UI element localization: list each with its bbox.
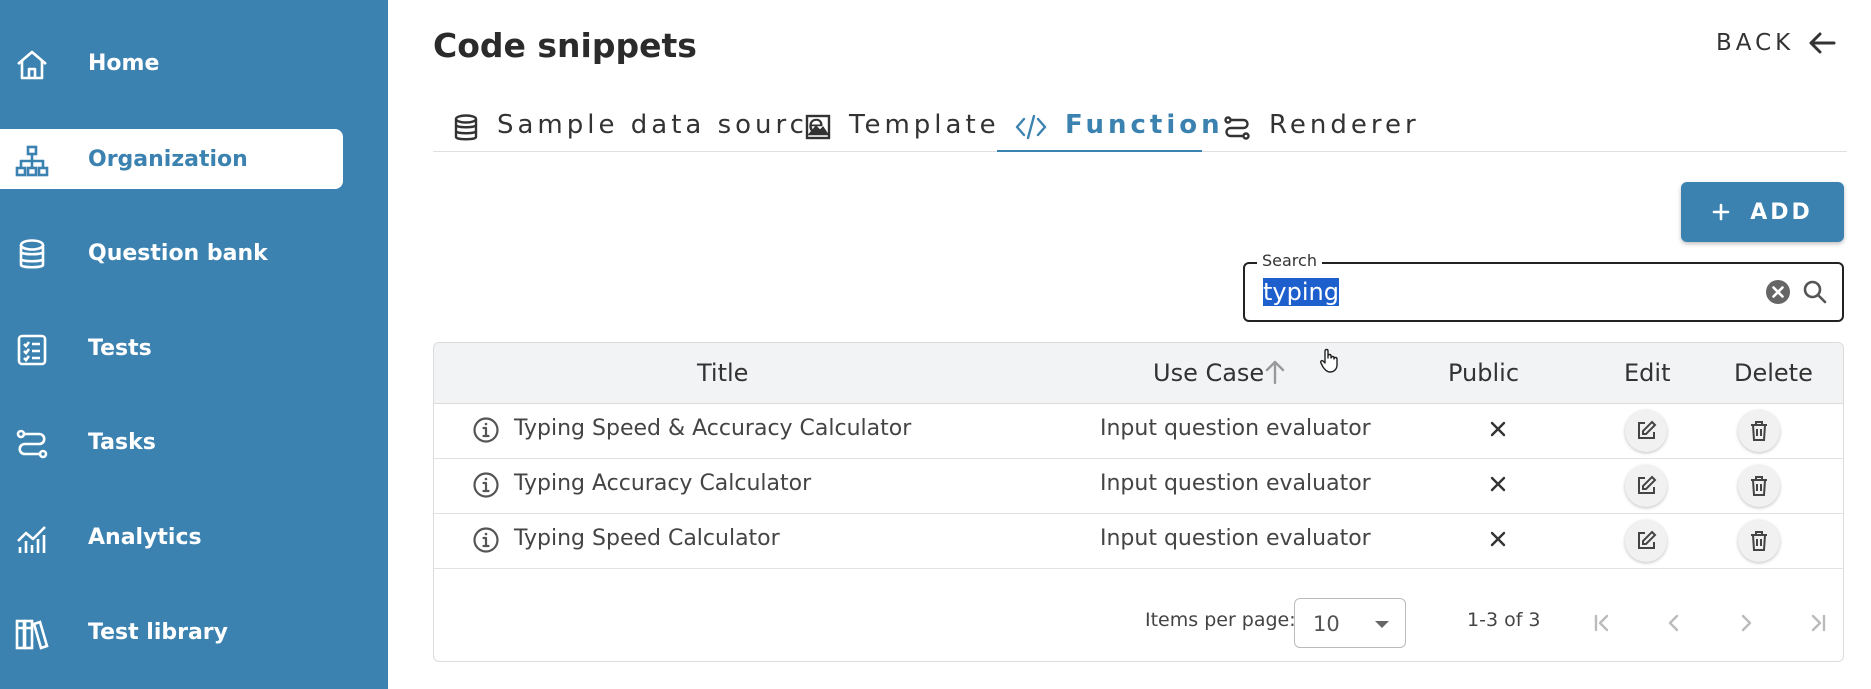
first-page-button[interactable] (1584, 605, 1620, 641)
home-icon (17, 50, 47, 80)
snippet-tabs: Sample data source Template Function Ren… (433, 110, 1847, 152)
row-title: Typing Speed Calculator (514, 526, 780, 551)
edit-button[interactable] (1625, 465, 1667, 507)
close-icon (1490, 531, 1506, 547)
delete-button[interactable] (1738, 465, 1780, 507)
sidebar-item-test-library[interactable]: Test library (0, 602, 343, 662)
plus-icon (1712, 203, 1730, 221)
sort-ascending-icon[interactable] (1264, 359, 1286, 385)
sidebar-item-label: Organization (88, 146, 248, 172)
chart-icon (17, 526, 46, 553)
row-title: Typing Accuracy Calculator (514, 471, 812, 496)
row-use-case: Input question evaluator (1100, 416, 1371, 441)
previous-page-button[interactable] (1656, 605, 1692, 641)
edit-icon (1638, 420, 1657, 439)
sidebar-item-label: Tasks (88, 429, 156, 455)
database-icon (454, 114, 478, 141)
tab-renderer[interactable]: Renderer (1223, 110, 1420, 152)
column-header-public: Public (1448, 359, 1520, 387)
chevron-right-icon (1741, 614, 1752, 632)
checklist-icon (17, 334, 47, 366)
sidebar-item-tasks[interactable]: Tasks (0, 412, 343, 472)
close-icon (1490, 476, 1506, 492)
sidebar-item-tests[interactable]: Tests (0, 318, 343, 378)
snippets-table: Title Use Case Public Edit Delete Typing… (433, 342, 1844, 662)
page-range: 1-3 of 3 (1467, 609, 1541, 631)
active-tab-indicator (997, 150, 1202, 152)
page-title: Code snippets (433, 26, 697, 65)
info-icon[interactable] (472, 471, 500, 499)
column-header-edit: Edit (1624, 359, 1671, 387)
sidebar-item-label: Test library (88, 619, 228, 645)
route-icon (1224, 116, 1250, 140)
back-label: BACK (1716, 30, 1795, 56)
first-page-icon (1594, 614, 1609, 632)
row-use-case: Input question evaluator (1100, 526, 1371, 551)
edit-button[interactable] (1625, 410, 1667, 452)
row-use-case: Input question evaluator (1100, 471, 1371, 496)
sidebar-item-analytics[interactable]: Analytics (0, 507, 343, 567)
table-row[interactable]: Typing Accuracy Calculator Input questio… (434, 459, 1843, 514)
books-icon (15, 619, 49, 650)
image-icon (805, 114, 831, 140)
close-icon (1490, 421, 1506, 437)
caret-down-icon (1375, 621, 1389, 628)
search-label: Search (1257, 251, 1322, 270)
hand-cursor-icon (1320, 348, 1338, 373)
next-page-button[interactable] (1728, 605, 1764, 641)
tab-label: Template (849, 110, 1000, 140)
arrow-left-icon (1809, 32, 1836, 54)
add-label: ADD (1750, 199, 1813, 225)
delete-button[interactable] (1738, 520, 1780, 562)
back-button[interactable]: BACK (1716, 30, 1836, 56)
table-header: Title Use Case Public Edit Delete (434, 343, 1843, 404)
search-input[interactable]: typing (1263, 278, 1743, 306)
info-icon[interactable] (472, 416, 500, 444)
column-header-delete: Delete (1734, 359, 1813, 387)
sidebar-item-label: Analytics (88, 524, 202, 550)
edit-icon (1638, 475, 1657, 494)
clear-icon[interactable] (1765, 279, 1791, 305)
sidebar: Home Organization Question bank Tests Ta… (0, 0, 388, 689)
search-icon[interactable] (1802, 279, 1828, 305)
tab-label: Function (1065, 110, 1224, 140)
tab-label: Sample data source (497, 110, 828, 140)
sidebar-item-organization[interactable]: Organization (0, 129, 343, 189)
items-per-page-value: 10 (1313, 612, 1340, 636)
search-value: typing (1263, 278, 1339, 306)
column-header-title[interactable]: Title (697, 359, 748, 387)
items-per-page-select[interactable]: 10 (1294, 598, 1406, 648)
table-row[interactable]: Typing Speed Calculator Input question e… (434, 514, 1843, 569)
trash-icon (1751, 476, 1767, 496)
sidebar-item-question-bank[interactable]: Question bank (0, 223, 343, 283)
sidebar-item-label: Tests (88, 335, 152, 361)
pagination: Items per page: 10 1-3 of 3 (434, 585, 1843, 661)
edit-button[interactable] (1625, 520, 1667, 562)
info-icon[interactable] (472, 526, 500, 554)
tab-sample-data-source[interactable]: Sample data source (453, 110, 828, 152)
sidebar-item-home[interactable]: Home (0, 33, 343, 93)
delete-button[interactable] (1738, 410, 1780, 452)
trash-icon (1751, 421, 1767, 441)
last-page-button[interactable] (1800, 605, 1836, 641)
row-title: Typing Speed & Accuracy Calculator (514, 416, 912, 441)
tab-label: Renderer (1269, 110, 1420, 140)
code-icon (1015, 114, 1047, 140)
trash-icon (1751, 531, 1767, 551)
sidebar-item-label: Question bank (88, 240, 268, 266)
sidebar-item-label: Home (88, 50, 160, 76)
tab-template[interactable]: Template (805, 110, 1000, 152)
edit-icon (1638, 530, 1657, 549)
add-button[interactable]: ADD (1681, 182, 1844, 242)
chevron-left-icon (1668, 614, 1679, 632)
column-header-use-case[interactable]: Use Case (1153, 359, 1264, 387)
table-row[interactable]: Typing Speed & Accuracy Calculator Input… (434, 404, 1843, 459)
items-per-page-label: Items per page: (1145, 609, 1296, 631)
search-field[interactable]: typing (1243, 262, 1844, 322)
route-icon (16, 429, 48, 459)
tab-function[interactable]: Function (1015, 110, 1224, 152)
org-tree-icon (15, 145, 49, 177)
last-page-icon (1811, 614, 1826, 632)
database-icon (19, 239, 45, 269)
